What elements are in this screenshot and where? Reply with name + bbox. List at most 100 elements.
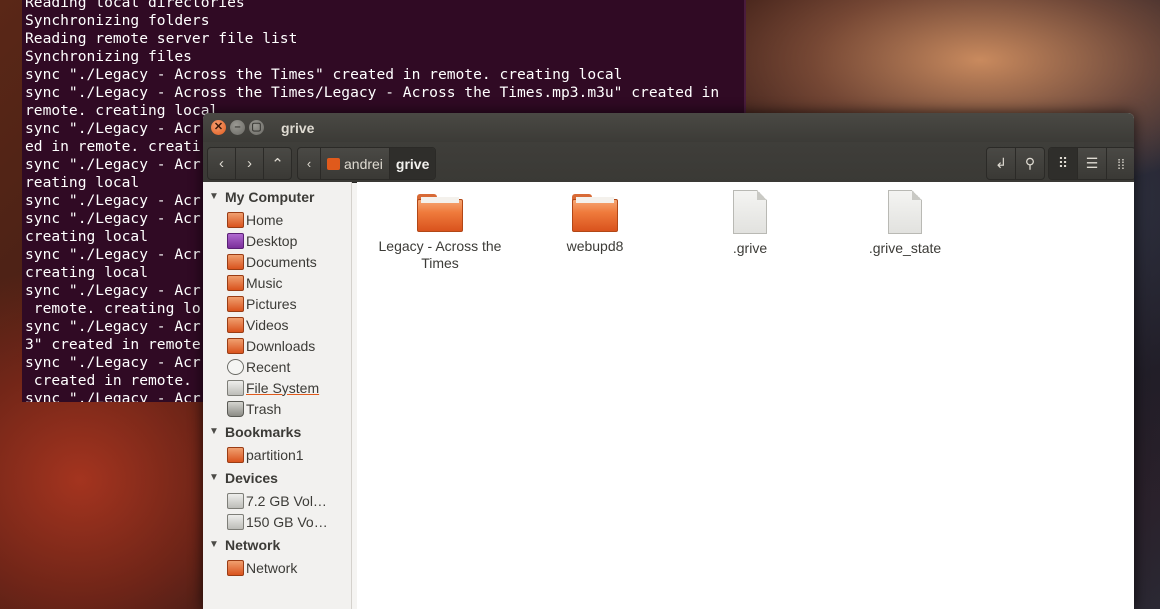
terminal-line: sync "./Legacy - Across the Times/Legacy… (25, 84, 720, 101)
chevron-left-icon: ‹ (306, 156, 312, 171)
forward-icon: › (247, 155, 252, 172)
sidebar-item-desktop[interactable]: Desktop (203, 230, 351, 251)
file-name: .grive (732, 240, 768, 256)
sidebar-section-devices[interactable]: ▼ Devices (203, 465, 351, 490)
sidebar-item-label: partition1 (246, 446, 304, 463)
path-scroll-left-button[interactable]: ‹ (298, 148, 321, 179)
maximize-window-button[interactable]: ▢ (249, 120, 264, 135)
document-icon (888, 190, 922, 234)
folder-icon (227, 446, 244, 463)
sidebar-item-network[interactable]: Network (203, 557, 351, 578)
search-icon: ⚲ (1024, 155, 1036, 171)
music-folder-icon (227, 274, 244, 291)
trash-icon (227, 400, 244, 417)
sidebar-item-volume-150gb[interactable]: 150 GB Vo… (203, 511, 351, 532)
search-button[interactable]: ⚲ (1016, 148, 1044, 179)
section-label: Bookmarks (225, 423, 302, 440)
expand-triangle-icon: ▼ (209, 472, 219, 483)
close-window-button[interactable]: ✕ (211, 120, 226, 135)
file-name: webupd8 (566, 238, 624, 254)
sidebar-item-trash[interactable]: Trash (203, 398, 351, 419)
terminal-line: Synchronizing files (25, 48, 192, 65)
sidebar-item-pictures[interactable]: Pictures (203, 293, 351, 314)
file-manager-window: ✕ – ▢ grive ‹ › ⌃ ‹ andrei grive ↲ ⚲ ⠿ ☰ (203, 113, 1134, 609)
folder-icon (572, 194, 618, 232)
sidebar-item-label: Pictures (246, 295, 297, 312)
sidebar-item-partition1[interactable]: partition1 (203, 444, 351, 465)
sidebar-item-label: Documents (246, 253, 317, 270)
sidebar-item-label: 7.2 GB Vol… (246, 492, 327, 509)
back-icon: ‹ (219, 155, 224, 172)
sidebar-item-videos[interactable]: Videos (203, 314, 351, 335)
up-icon: ⌃ (271, 155, 284, 173)
document-icon (733, 190, 767, 234)
location-search-group: ↲ ⚲ (986, 147, 1045, 180)
sidebar-item-label: Music (246, 274, 283, 291)
breadcrumb-label: andrei (344, 155, 383, 172)
terminal-line: Reading local directories (25, 0, 245, 11)
icon-view-button[interactable]: ⠿ (1049, 148, 1078, 179)
breadcrumb-current[interactable]: grive (389, 148, 436, 179)
compact-view-icon: ⁞⁞ (1117, 155, 1125, 172)
sidebar-item-music[interactable]: Music (203, 272, 351, 293)
pictures-folder-icon (227, 295, 244, 312)
section-label: Network (225, 536, 281, 553)
terminal-line: Reading remote server file list (25, 30, 298, 47)
sidebar-item-downloads[interactable]: Downloads (203, 335, 351, 356)
section-label: Devices (225, 469, 278, 486)
forward-button[interactable]: › (236, 148, 264, 179)
terminal-line: sync "./Legacy - Across the Times" creat… (25, 66, 623, 83)
sidebar-item-label: Videos (246, 316, 289, 333)
folder-icon (417, 194, 463, 232)
sidebar-item-label: Recent (246, 358, 291, 375)
expand-triangle-icon: ▼ (209, 426, 219, 437)
sidebar-item-label: Home (246, 211, 284, 228)
home-folder-icon (227, 211, 244, 228)
sidebar-item-label: 150 GB Vo… (246, 513, 328, 530)
sidebar-item-home[interactable]: Home (203, 209, 351, 230)
enter-location-icon: ↲ (995, 155, 1007, 171)
view-mode-group: ⠿ ☰ ⁞⁞ (1048, 147, 1134, 180)
breadcrumb-home[interactable]: andrei (321, 148, 390, 179)
sidebar: ▼ My Computer Home Desktop Documents Mus… (203, 182, 352, 609)
videos-folder-icon (227, 316, 244, 333)
sidebar-item-label: Trash (246, 400, 282, 417)
file-item-document[interactable]: .grive_state (835, 190, 975, 257)
up-button[interactable]: ⌃ (264, 148, 291, 179)
back-button[interactable]: ‹ (208, 148, 236, 179)
grid-icon: ⠿ (1057, 155, 1069, 171)
navigation-buttons: ‹ › ⌃ (207, 147, 292, 180)
sidebar-item-recent[interactable]: Recent (203, 356, 351, 377)
sidebar-section-network[interactable]: ▼ Network (203, 532, 351, 557)
file-item-document[interactable]: .grive (680, 190, 820, 257)
file-name: .grive_state (868, 240, 942, 256)
file-view[interactable]: Legacy - Across the Times webupd8 .grive… (357, 182, 1134, 609)
sidebar-item-label: File System (246, 379, 320, 396)
sidebar-section-bookmarks[interactable]: ▼ Bookmarks (203, 419, 351, 444)
compact-view-button[interactable]: ⁞⁞ (1107, 148, 1134, 179)
sidebar-section-my-computer[interactable]: ▼ My Computer (203, 184, 351, 209)
expand-triangle-icon: ▼ (209, 191, 219, 202)
toolbar: ‹ › ⌃ ‹ andrei grive ↲ ⚲ ⠿ ☰ ⁞⁞ (203, 142, 1134, 183)
file-item-folder[interactable]: webupd8 (525, 194, 665, 255)
sidebar-item-file-system[interactable]: File System (203, 377, 351, 398)
sidebar-item-label: Downloads (246, 337, 316, 354)
network-icon (227, 559, 244, 576)
file-name: Times (421, 255, 459, 271)
breadcrumb-label: grive (395, 155, 430, 172)
list-icon: ☰ (1085, 155, 1099, 171)
downloads-folder-icon (227, 337, 244, 354)
minimize-window-button[interactable]: – (230, 120, 245, 135)
file-item-folder[interactable]: Legacy - Across the Times (370, 194, 510, 272)
sidebar-item-documents[interactable]: Documents (203, 251, 351, 272)
sidebar-item-label: Desktop (246, 232, 298, 249)
list-view-button[interactable]: ☰ (1078, 148, 1107, 179)
hard-drive-icon (227, 513, 244, 530)
sidebar-item-label: Network (246, 559, 298, 576)
terminal-line: Synchronizing folders (25, 12, 210, 29)
sidebar-item-volume-7gb[interactable]: 7.2 GB Vol… (203, 490, 351, 511)
hard-drive-icon (227, 492, 244, 509)
clock-icon (227, 358, 244, 375)
enter-location-button[interactable]: ↲ (987, 148, 1016, 179)
window-titlebar[interactable]: ✕ – ▢ grive (203, 113, 1134, 142)
